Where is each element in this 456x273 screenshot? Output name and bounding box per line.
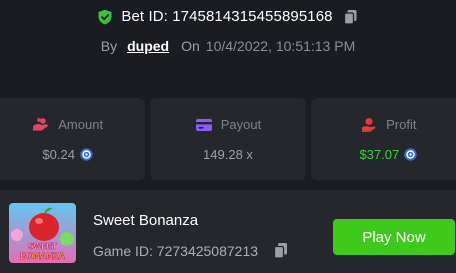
game-thumbnail[interactable]: SWEET BONANZA <box>9 203 76 263</box>
stat-label: Payout <box>220 117 262 132</box>
game-card: SWEET BONANZA Sweet Bonanza Game ID: 727… <box>0 190 456 273</box>
stat-value: $0.24 <box>42 146 75 162</box>
wallet-card-icon <box>195 118 212 131</box>
stat-label: Amount <box>58 117 104 132</box>
bet-id-row: Bet ID: 1745814315455895168 <box>0 8 456 25</box>
currency-coin-icon <box>404 147 417 161</box>
bet-date: 10/4/2022, 10:51:13 PM <box>205 38 356 54</box>
by-label: By <box>100 38 118 54</box>
bet-id-text: Bet ID: 1745814315455895168 <box>121 8 333 25</box>
currency-coin-icon <box>80 147 93 161</box>
copy-icon[interactable] <box>343 9 359 25</box>
game-id-row: Game ID: 7273425087213 <box>93 242 289 259</box>
stat-value: $37.07 <box>359 146 400 162</box>
coins-hand-icon <box>33 117 48 131</box>
bet-meta-row: By duped On 10/4/2022, 10:51:13 PM <box>0 38 456 54</box>
game-name[interactable]: Sweet Bonanza <box>93 212 198 229</box>
thumb-title-line-1: SWEET <box>28 242 57 251</box>
bet-stats: Amount $0.24 Payout 149.28 x Profit $37.… <box>0 98 456 180</box>
copy-icon[interactable] <box>273 242 289 259</box>
play-now-button[interactable]: Play Now <box>333 219 455 255</box>
stat-value: 149.28 x <box>203 146 253 162</box>
stat-amount: Amount $0.24 <box>0 98 146 180</box>
stat-profit: Profit $37.07 <box>310 98 456 180</box>
username-link[interactable]: duped <box>127 38 169 54</box>
game-id: Game ID: 7273425087213 <box>93 242 259 259</box>
stat-payout: Payout 149.28 x <box>150 98 306 180</box>
profit-hand-icon <box>362 117 376 132</box>
stat-label: Profit <box>386 117 417 132</box>
verified-shield-icon <box>98 9 112 24</box>
thumb-title-line-2: BONANZA <box>20 251 65 261</box>
on-label: On <box>181 38 200 54</box>
